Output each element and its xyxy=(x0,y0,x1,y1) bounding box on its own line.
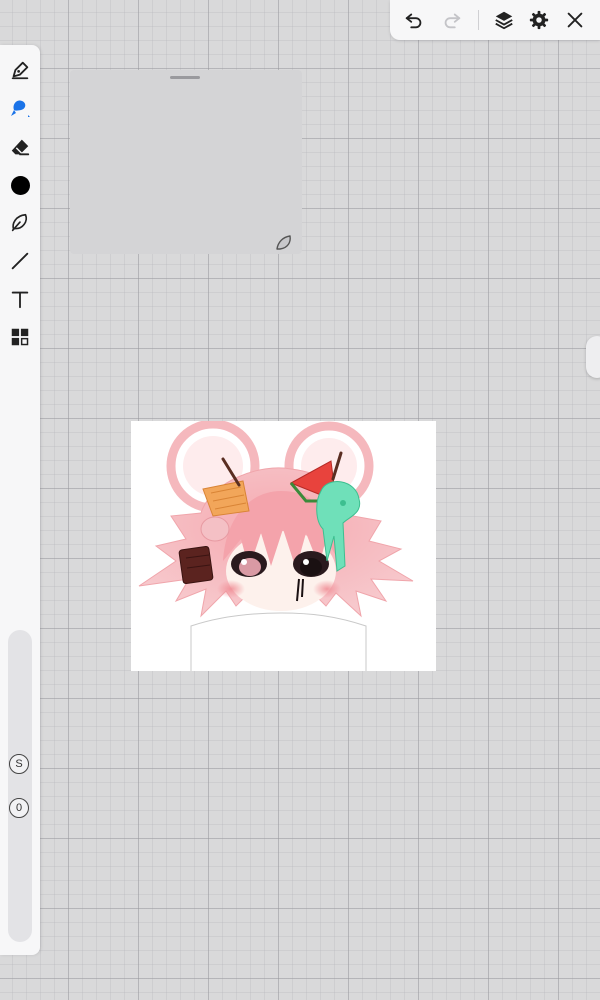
brush-tool[interactable] xyxy=(6,94,34,122)
settings-button[interactable] xyxy=(525,6,553,34)
lasso-icon xyxy=(11,213,27,232)
redo-icon xyxy=(444,13,461,29)
drag-handle[interactable] xyxy=(170,76,200,79)
layers-icon xyxy=(495,11,513,30)
artwork-illustration xyxy=(138,421,414,671)
settings-icon xyxy=(529,10,549,30)
brush-size-slider[interactable] xyxy=(8,630,32,942)
brush-icon xyxy=(11,100,30,117)
color-swatch xyxy=(10,175,30,195)
eraser-icon xyxy=(11,139,30,156)
text-tool[interactable] xyxy=(6,285,34,313)
opacity-badge[interactable]: 0 xyxy=(9,798,29,818)
top-toolbar xyxy=(390,0,600,40)
redo-button[interactable] xyxy=(438,6,466,34)
text-icon xyxy=(11,291,29,309)
line-tool[interactable] xyxy=(6,247,34,275)
grid-tool-icon xyxy=(11,328,29,346)
resize-handle-icon[interactable] xyxy=(274,232,294,252)
reference-panel[interactable] xyxy=(70,70,302,254)
close-icon xyxy=(567,12,583,28)
color-picker[interactable] xyxy=(6,171,34,199)
left-toolbar: S 0 xyxy=(0,45,40,955)
layers-button[interactable] xyxy=(490,6,518,34)
close-button[interactable] xyxy=(561,6,589,34)
brush-size-badge[interactable]: S xyxy=(9,754,29,774)
pen-tool[interactable] xyxy=(6,56,34,84)
pen-icon xyxy=(11,61,29,80)
undo-button[interactable] xyxy=(400,6,428,34)
side-panel-tab[interactable] xyxy=(586,336,600,378)
lasso-tool[interactable] xyxy=(6,209,34,237)
toolbar-separator xyxy=(478,10,479,30)
undo-icon xyxy=(405,13,422,29)
artwork-canvas[interactable] xyxy=(131,421,436,671)
line-icon xyxy=(11,252,29,270)
grid-tool[interactable] xyxy=(6,323,34,351)
eraser-tool[interactable] xyxy=(6,133,34,161)
